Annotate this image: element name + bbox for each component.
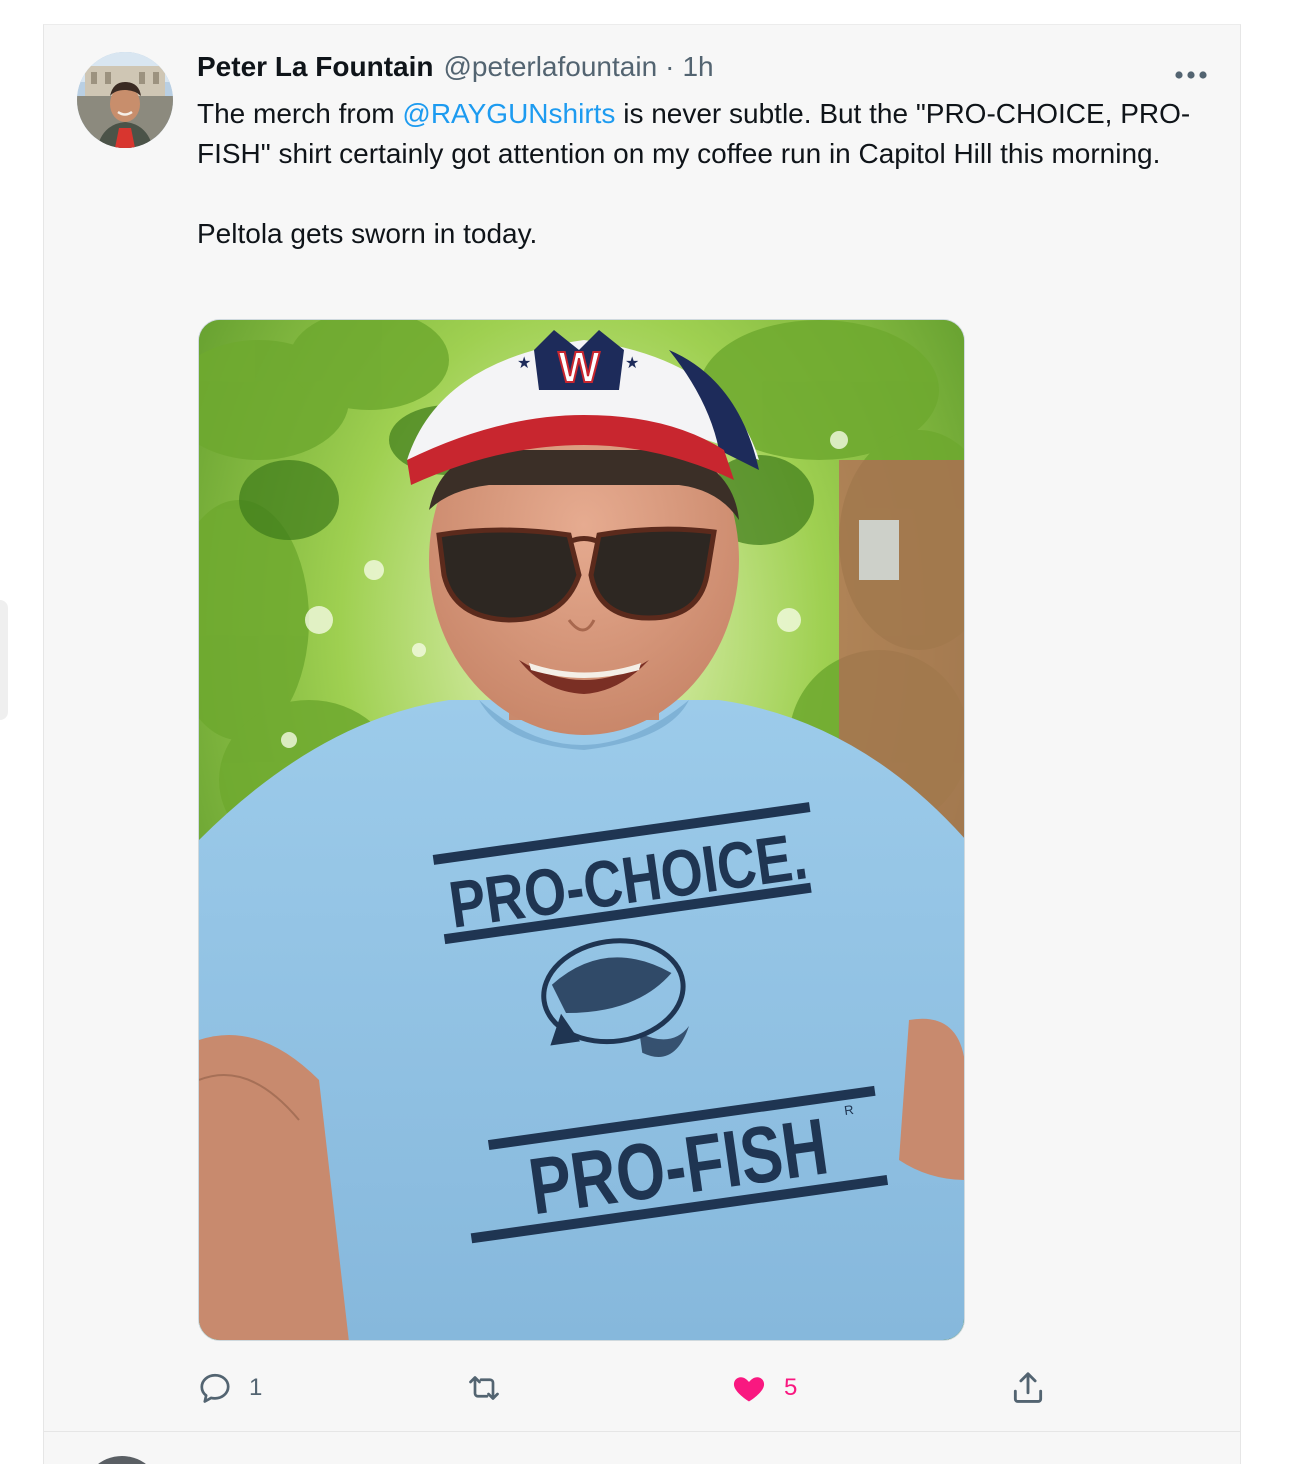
tweet-body: Peter La Fountain @peterlafountain · 1h … [197, 51, 1197, 254]
like-button[interactable]: 5 [730, 1365, 797, 1411]
retweet-button[interactable] [465, 1365, 519, 1411]
tweet-header: Peter La Fountain @peterlafountain · 1h [197, 51, 1197, 93]
next-tweet-avatar[interactable] [82, 1456, 162, 1464]
timeline-column: Peter La Fountain @peterlafountain · 1h … [43, 24, 1241, 1464]
more-horizontal-icon [1175, 71, 1207, 79]
cap-logo-letter: W [558, 343, 600, 392]
heart-icon [733, 1377, 765, 1402]
reply-icon [200, 1373, 230, 1403]
tweet-text: The merch from @RAYGUNshirts is never su… [197, 94, 1197, 254]
header-separator: · [665, 51, 675, 82]
photo-selfie-pro-fish-shirt: W ★ ★ PRO-CHOICE. PRO-FISH R [199, 320, 964, 1340]
tweet-text-paragraph-2: Peltola gets sworn in today. [197, 218, 538, 249]
more-options-button[interactable] [1169, 61, 1213, 89]
like-count: 5 [784, 1374, 798, 1401]
retweet-icon [469, 1376, 499, 1400]
cap-star-left: ★ [517, 353, 531, 372]
mention-link[interactable]: @RAYGUNshirts [402, 98, 615, 129]
tweet[interactable]: Peter La Fountain @peterlafountain · 1h … [44, 25, 1240, 1432]
tweet-text-paragraph-1: The merch from @RAYGUNshirts is never su… [197, 94, 1197, 174]
share-button[interactable] [1009, 1365, 1047, 1411]
tweet-divider [44, 1431, 1240, 1432]
avatar-photo [77, 52, 173, 148]
twitter-timeline-page: Peter La Fountain @peterlafountain · 1h … [0, 0, 1300, 1464]
tweet-text-prefix: The merch from [197, 98, 403, 129]
side-scroll-edge [0, 600, 8, 720]
reply-count: 1 [249, 1374, 263, 1401]
tweet-actions: 1 5 [197, 1365, 1067, 1411]
author-avatar[interactable] [77, 52, 173, 148]
tweet-timestamp[interactable]: 1h [682, 51, 713, 83]
reply-button[interactable]: 1 [197, 1365, 262, 1411]
cap-star-right: ★ [625, 353, 639, 372]
share-icon [1013, 1372, 1043, 1403]
author-handle[interactable]: @peterlafountain [443, 51, 657, 83]
author-display-name[interactable]: Peter La Fountain [197, 51, 433, 83]
tweet-photo[interactable]: W ★ ★ PRO-CHOICE. PRO-FISH R [198, 319, 965, 1341]
